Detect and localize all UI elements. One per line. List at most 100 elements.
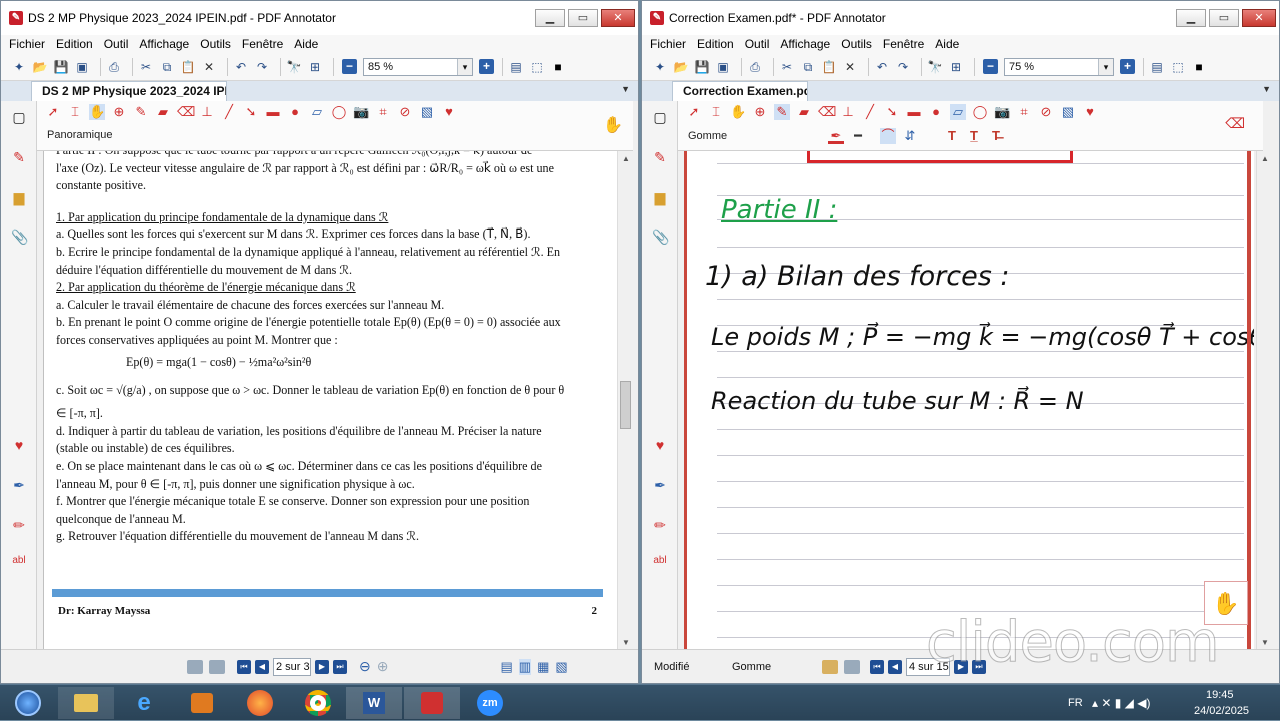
line-width-icon[interactable]: ━: [850, 128, 866, 144]
chrome-icon[interactable]: [290, 687, 346, 719]
menu-aide[interactable]: Aide: [935, 37, 959, 51]
blank-page-icon[interactable]: ▢: [11, 109, 27, 125]
paste-icon[interactable]: 📋: [821, 59, 837, 75]
straighten-icon[interactable]: ⇵: [902, 128, 918, 144]
pan-hand-icon[interactable]: ✋: [89, 104, 105, 120]
highlighter-icon[interactable]: ✏: [11, 517, 27, 533]
menu-outil[interactable]: Outil: [745, 37, 770, 51]
fit-icon[interactable]: ⬚: [529, 59, 545, 75]
menu-fenetre[interactable]: Fenêtre: [242, 37, 283, 51]
stamp-tool-icon[interactable]: ⊥: [199, 104, 215, 120]
page-back-icon[interactable]: [822, 659, 838, 674]
page-forward-icon[interactable]: [209, 659, 225, 674]
find-icon[interactable]: 🔭: [286, 59, 302, 75]
scroll-thumb[interactable]: [620, 381, 631, 429]
select-arrow-icon[interactable]: ➚: [686, 104, 702, 120]
page-back-icon[interactable]: [187, 659, 203, 674]
print-icon[interactable]: ⎙: [747, 59, 763, 75]
first-page-icon[interactable]: ⏮: [870, 659, 884, 674]
pen-icon[interactable]: ✎: [652, 149, 668, 165]
select-text-icon[interactable]: ⌶: [708, 104, 724, 120]
prev-page-icon[interactable]: ◀: [888, 659, 902, 674]
favorites-tool-icon[interactable]: ♥: [441, 104, 457, 120]
arrow-tool-icon[interactable]: ➘: [243, 104, 259, 120]
rectangle-tool-icon[interactable]: ▬: [265, 104, 281, 120]
highlighter-icon[interactable]: ✏: [652, 517, 668, 533]
language-indicator[interactable]: FR: [1068, 685, 1083, 721]
cut-icon[interactable]: ✂: [779, 59, 795, 75]
menu-edition[interactable]: Edition: [56, 37, 93, 51]
select-text-icon[interactable]: ⌶: [67, 104, 83, 120]
open-icon[interactable]: 📂: [673, 59, 689, 75]
menu-fenetre[interactable]: Fenêtre: [883, 37, 924, 51]
history-forward-icon[interactable]: ⊕: [377, 658, 389, 675]
crop-tool-icon[interactable]: ⌗: [1016, 104, 1032, 120]
left-vertical-scrollbar[interactable]: ▲ ▼: [617, 151, 633, 651]
redo-icon[interactable]: ↷: [254, 59, 270, 75]
copy-icon[interactable]: ⧉: [159, 59, 175, 75]
menu-edition[interactable]: Edition: [697, 37, 734, 51]
ruler-tool-icon[interactable]: ▱: [309, 104, 325, 120]
insert-image-icon[interactable]: ▧: [1060, 104, 1076, 120]
fullscreen-icon[interactable]: ■: [550, 59, 566, 75]
start-button[interactable]: [0, 687, 56, 719]
pen-blue-icon[interactable]: ✒: [652, 477, 668, 493]
internet-explorer-icon[interactable]: e: [116, 687, 172, 719]
undo-icon[interactable]: ↶: [233, 59, 249, 75]
pdf-annotator-taskbar-icon[interactable]: [404, 687, 460, 719]
blank-page-icon[interactable]: ▢: [652, 109, 668, 125]
delete-icon[interactable]: ✕: [842, 59, 858, 75]
open-icon[interactable]: 📂: [32, 59, 48, 75]
firefox-icon[interactable]: [232, 687, 288, 719]
media-player-icon[interactable]: [174, 687, 230, 719]
new-icon[interactable]: ✦: [652, 59, 668, 75]
rectangle-tool-icon[interactable]: ▬: [906, 104, 922, 120]
favorites-icon[interactable]: ♥: [11, 437, 27, 453]
history-back-icon[interactable]: ⊖: [359, 658, 371, 675]
pen-tool-icon[interactable]: ✎: [774, 104, 790, 120]
zoom-tool-icon[interactable]: ⊕: [752, 104, 768, 120]
zoom-out-button[interactable]: −: [983, 59, 998, 74]
arrow-tool-icon[interactable]: ➘: [884, 104, 900, 120]
menu-fichier[interactable]: Fichier: [9, 37, 45, 51]
maximize-button[interactable]: ▭: [568, 9, 598, 27]
zoom-app-icon[interactable]: zm: [462, 687, 518, 719]
eraser-tool-icon[interactable]: ⌫: [818, 104, 836, 120]
ellipse-tool-icon[interactable]: ●: [287, 104, 303, 120]
text-ab-icon[interactable]: abl: [11, 553, 27, 569]
view-options-icon[interactable]: ⊞: [948, 59, 964, 75]
menu-outils[interactable]: Outils: [200, 37, 231, 51]
prev-page-icon[interactable]: ◀: [255, 659, 269, 674]
file-explorer-icon[interactable]: [58, 687, 114, 719]
fullscreen-icon[interactable]: ■: [1191, 59, 1207, 75]
insert-image-icon[interactable]: ▧: [419, 104, 435, 120]
tab-document[interactable]: Correction Examen.pdf*: [672, 81, 808, 101]
first-page-icon[interactable]: ⏮: [237, 659, 251, 674]
tab-document[interactable]: DS 2 MP Physique 2023_2024 IPEI...: [31, 81, 227, 101]
redo-icon[interactable]: ↷: [895, 59, 911, 75]
pen-blue-icon[interactable]: ✒: [11, 477, 27, 493]
clock-date[interactable]: 24/02/2025: [1194, 705, 1249, 719]
folder-icon[interactable]: ▆: [11, 189, 27, 205]
menu-fichier[interactable]: Fichier: [650, 37, 686, 51]
lasso-tool-icon[interactable]: ◯: [331, 104, 347, 120]
smooth-stroke-icon[interactable]: ⌒: [880, 128, 896, 144]
word-icon[interactable]: W: [346, 687, 402, 719]
fit-icon[interactable]: ⬚: [1170, 59, 1186, 75]
attachment-icon[interactable]: 📎: [652, 229, 669, 245]
ruler-tool-icon[interactable]: ▱: [950, 104, 966, 120]
minimize-button[interactable]: ▁: [535, 9, 565, 27]
delete-icon[interactable]: ✕: [201, 59, 217, 75]
folder-icon[interactable]: ▆: [652, 189, 668, 205]
zoom-out-button[interactable]: −: [342, 59, 357, 74]
page-view-icon[interactable]: ▤: [1149, 59, 1165, 75]
page-view-icon[interactable]: ▤: [508, 59, 524, 75]
text-strike-icon[interactable]: T̶: [988, 128, 1004, 144]
right-vertical-scrollbar[interactable]: ▲ ▼: [1256, 151, 1272, 651]
zoom-in-button[interactable]: +: [479, 59, 494, 74]
page-forward-icon[interactable]: [844, 659, 860, 674]
ellipse-tool-icon[interactable]: ●: [928, 104, 944, 120]
select-arrow-icon[interactable]: ➚: [45, 104, 61, 120]
save-as-icon[interactable]: ▣: [74, 59, 90, 75]
pen-icon[interactable]: ✎: [11, 149, 27, 165]
